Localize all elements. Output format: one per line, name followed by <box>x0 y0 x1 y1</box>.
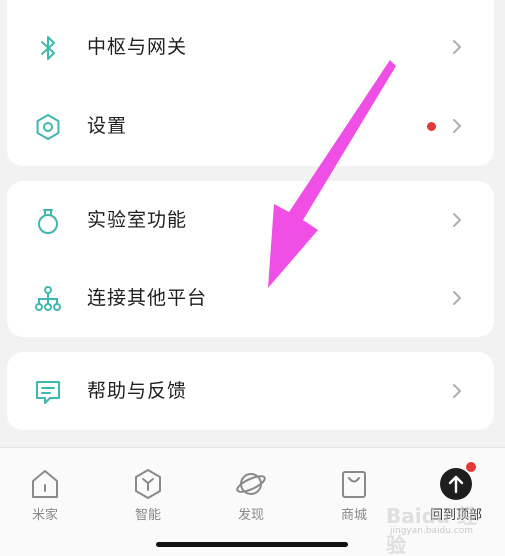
feedback-message-icon <box>36 381 60 404</box>
home-indicator <box>156 542 348 547</box>
menu-item-connect-platforms[interactable]: 连接其他平台 <box>7 259 494 337</box>
menu-item-hub-gateway[interactable]: 中枢与网关 <box>7 8 494 86</box>
bluetooth-icon <box>41 36 55 60</box>
menu-item-label: 帮助与反馈 <box>87 380 188 402</box>
tab-label: 发现 <box>237 508 264 523</box>
arrow-up-circle-icon <box>440 468 472 500</box>
shopping-bag-icon <box>342 471 366 498</box>
baidu-jingyan-watermark: Baidu 经验 jingyan.baidu.com <box>386 500 496 556</box>
watermark-subtext: jingyan.baidu.com <box>390 526 474 536</box>
tab-label: 智能 <box>134 508 161 523</box>
notification-badge <box>466 462 476 472</box>
chevron-right-icon <box>453 40 461 54</box>
tab-mall[interactable]: 商城 <box>314 466 394 526</box>
menu-item-help-feedback[interactable]: 帮助与反馈 <box>7 352 494 430</box>
menu-item-label: 实验室功能 <box>87 209 188 231</box>
chevron-right-icon <box>453 213 461 227</box>
tab-label: 商城 <box>340 508 367 523</box>
tab-smart[interactable]: 智能 <box>108 466 188 526</box>
menu-item-label: 设置 <box>87 115 128 137</box>
tab-label: 米家 <box>31 508 58 523</box>
notification-badge <box>427 122 436 131</box>
settings-card-middle: 实验室功能 连接其他平台 <box>7 181 494 337</box>
chevron-right-icon <box>453 384 461 398</box>
chevron-right-icon <box>453 119 461 133</box>
menu-item-settings[interactable]: 设置 <box>7 87 494 165</box>
tab-discover[interactable]: 发现 <box>211 466 291 526</box>
chevron-right-icon <box>453 291 461 305</box>
arrow-up-icon <box>448 475 464 494</box>
smart-hexagon-icon <box>135 469 161 499</box>
settings-card-top: 中枢与网关 设置 <box>7 0 494 166</box>
menu-item-lab-features[interactable]: 实验室功能 <box>7 181 494 259</box>
tab-home[interactable]: 米家 <box>5 466 85 526</box>
planet-icon <box>236 473 266 495</box>
home-icon <box>32 470 58 498</box>
settings-hexagon-icon <box>36 114 60 140</box>
menu-item-label: 连接其他平台 <box>87 287 208 309</box>
menu-item-label: 中枢与网关 <box>87 36 188 58</box>
settings-card-bottom: 帮助与反馈 <box>7 352 494 430</box>
network-tree-icon <box>35 286 61 311</box>
flask-icon <box>38 209 58 234</box>
